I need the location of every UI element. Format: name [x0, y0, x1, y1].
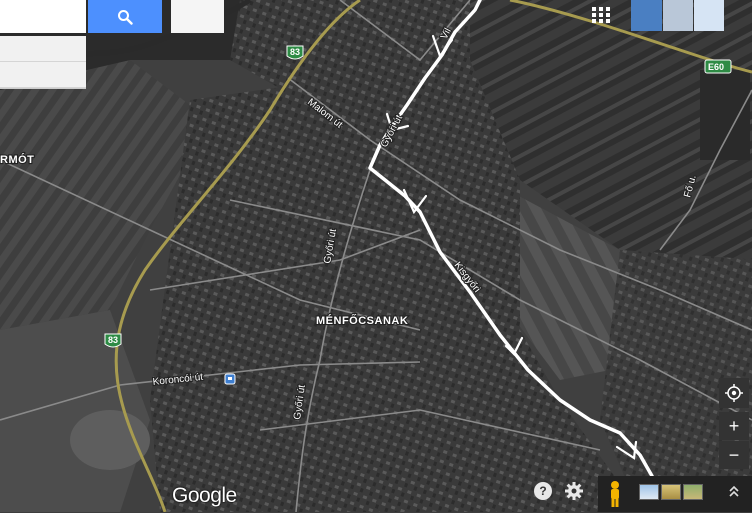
zoom-in-button[interactable]: +	[719, 412, 749, 440]
forest-area	[700, 70, 750, 160]
industrial-area	[70, 410, 150, 470]
zoom-out-button[interactable]: −	[719, 441, 749, 469]
satellite-map[interactable]: Malom út Győri út Győri út Győri út Koro…	[0, 0, 752, 512]
compass-button[interactable]	[719, 378, 749, 408]
gear-icon	[565, 482, 583, 500]
account-button[interactable]	[663, 0, 693, 31]
account-button[interactable]	[631, 0, 662, 31]
directions-button[interactable]	[171, 0, 224, 33]
search-icon	[118, 9, 133, 25]
help-button[interactable]: ?	[534, 482, 552, 500]
search-results-panel	[0, 36, 86, 89]
svg-text:E60: E60	[708, 62, 724, 72]
settings-button[interactable]	[563, 480, 585, 502]
route-shield-83: 83	[104, 333, 122, 348]
account-button[interactable]	[694, 0, 724, 31]
compass-icon	[725, 384, 743, 402]
bus-stop-icon[interactable]	[224, 373, 236, 385]
route-shield-e60: E60	[704, 59, 732, 74]
chevron-up-icon[interactable]	[728, 484, 740, 500]
panel-row[interactable]	[0, 36, 86, 62]
pegman-icon[interactable]	[605, 480, 625, 508]
layer-thumb-map[interactable]	[639, 484, 659, 500]
svg-text:83: 83	[290, 47, 300, 57]
place-label-menfocsanak: MÉNFŐCSANAK	[316, 314, 408, 327]
route-shield-83: 83	[286, 45, 304, 60]
layer-thumb-earth[interactable]	[683, 484, 703, 500]
apps-grid-icon	[592, 7, 610, 23]
place-label-partial: RMÓT	[0, 153, 34, 166]
apps-button[interactable]	[589, 2, 613, 28]
layer-thumb-terrain[interactable]	[661, 484, 681, 500]
svg-text:83: 83	[108, 335, 118, 345]
search-button[interactable]	[88, 0, 162, 33]
google-logo: Google	[172, 484, 237, 507]
panel-row[interactable]	[0, 62, 86, 88]
search-input[interactable]	[0, 0, 86, 33]
